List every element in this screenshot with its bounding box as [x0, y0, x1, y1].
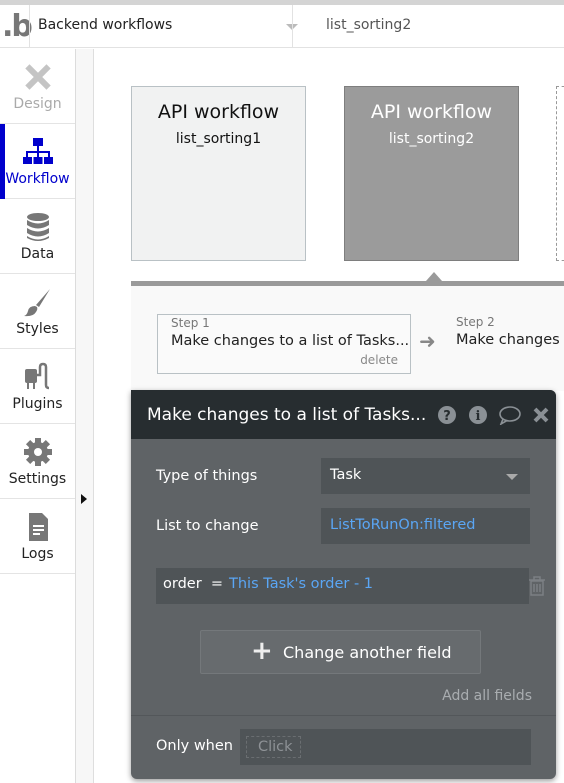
only-when-input[interactable]: Click	[240, 729, 531, 765]
event-title: API workflow	[370, 101, 493, 123]
editor-header: Make changes to a list of Tasks... ? i	[131, 390, 556, 439]
workflow-selector[interactable]: list_sorting2	[326, 17, 411, 33]
field-expression[interactable]: This Task's order - 1	[229, 576, 373, 592]
sidebar-label: Logs	[21, 546, 54, 562]
chevron-down-icon	[506, 474, 518, 480]
gear-icon	[24, 438, 52, 466]
sidebar-item-workflow[interactable]: Workflow	[0, 124, 75, 199]
selection-pointer	[426, 272, 442, 281]
expand-panel-icon[interactable]	[81, 494, 87, 504]
type-label: Type of things	[156, 468, 258, 484]
sidebar-label: Settings	[8, 471, 67, 487]
workflow-icon	[23, 138, 53, 164]
event-title: API workflow	[157, 101, 280, 123]
sidebar-item-logs[interactable]: Logs	[0, 499, 75, 574]
page-selector-value: Backend workflows	[38, 17, 173, 33]
sidebar: Design Workflow Data Styles Plugins Sett…	[0, 49, 76, 783]
type-value: Task	[330, 467, 362, 483]
event-name: list_sorting1	[175, 131, 262, 147]
list-expression[interactable]: ListToRunOn:filtered	[330, 517, 475, 533]
button-label: Change another field	[283, 643, 452, 662]
database-icon	[27, 213, 49, 241]
header-bar: .b Backend workflows list_sorting2	[0, 5, 564, 48]
event-card[interactable]: API workflow list_sorting1	[131, 86, 306, 261]
document-icon	[29, 513, 48, 541]
panel-gutter	[76, 49, 94, 783]
divider	[131, 715, 556, 716]
design-icon	[25, 64, 51, 90]
divider	[292, 5, 293, 48]
plus-icon: +	[251, 636, 273, 666]
editor-title: Make changes to a list of Tasks...	[147, 405, 427, 425]
sidebar-label: Styles	[16, 321, 59, 337]
list-label: List to change	[156, 518, 259, 534]
step-title: Make changes t	[456, 332, 564, 348]
event-name: list_sorting2	[388, 131, 475, 147]
sidebar-label: Plugins	[12, 396, 63, 412]
step-title: Make changes to a list of Tasks...	[171, 333, 410, 349]
svg-text:?: ?	[443, 409, 451, 424]
list-input[interactable]: ListToRunOn:filtered	[321, 508, 530, 544]
add-event-placeholder[interactable]	[556, 86, 564, 261]
sidebar-label: Workflow	[5, 171, 70, 187]
only-when-placeholder[interactable]: Click	[246, 736, 301, 758]
workflow-step[interactable]: Step 1 Make changes to a list of Tasks..…	[157, 314, 411, 374]
change-another-field-button[interactable]: + Change another field	[200, 630, 481, 674]
trash-icon[interactable]	[529, 576, 545, 596]
sidebar-item-data[interactable]: Data	[0, 199, 75, 274]
sidebar-item-design[interactable]: Design	[0, 49, 75, 124]
close-icon[interactable]	[531, 405, 551, 425]
step-label: Step 2	[456, 315, 495, 329]
help-icon[interactable]: ?	[437, 405, 457, 425]
brush-icon	[24, 289, 50, 317]
svg-text:i: i	[476, 409, 481, 424]
arrow-right-icon: ➜	[419, 329, 436, 353]
plug-icon	[25, 362, 50, 390]
only-when-label: Only when	[156, 738, 233, 754]
sidebar-item-styles[interactable]: Styles	[0, 274, 75, 349]
page-selector[interactable]: Backend workflows	[30, 5, 298, 48]
field-change-row[interactable]: order = This Task's order - 1	[156, 568, 529, 604]
info-icon[interactable]: i	[468, 405, 488, 425]
sidebar-label: Design	[13, 96, 62, 112]
sidebar-item-settings[interactable]: Settings	[0, 424, 75, 499]
step-label: Step 1	[171, 316, 210, 330]
comment-icon[interactable]	[498, 405, 522, 425]
property-editor: Make changes to a list of Tasks... ? i T…	[131, 390, 556, 779]
field-name: order =	[163, 576, 224, 592]
event-card-selected[interactable]: API workflow list_sorting2	[344, 86, 519, 261]
add-all-fields-link[interactable]: Add all fields	[442, 688, 532, 704]
sidebar-item-plugins[interactable]: Plugins	[0, 349, 75, 424]
sidebar-label: Data	[20, 246, 55, 262]
delete-step-link[interactable]: delete	[360, 353, 398, 367]
bubble-logo[interactable]: .b	[2, 9, 33, 45]
type-dropdown[interactable]: Task	[321, 458, 530, 494]
workflow-step[interactable]: Step 2 Make changes t	[443, 314, 564, 374]
